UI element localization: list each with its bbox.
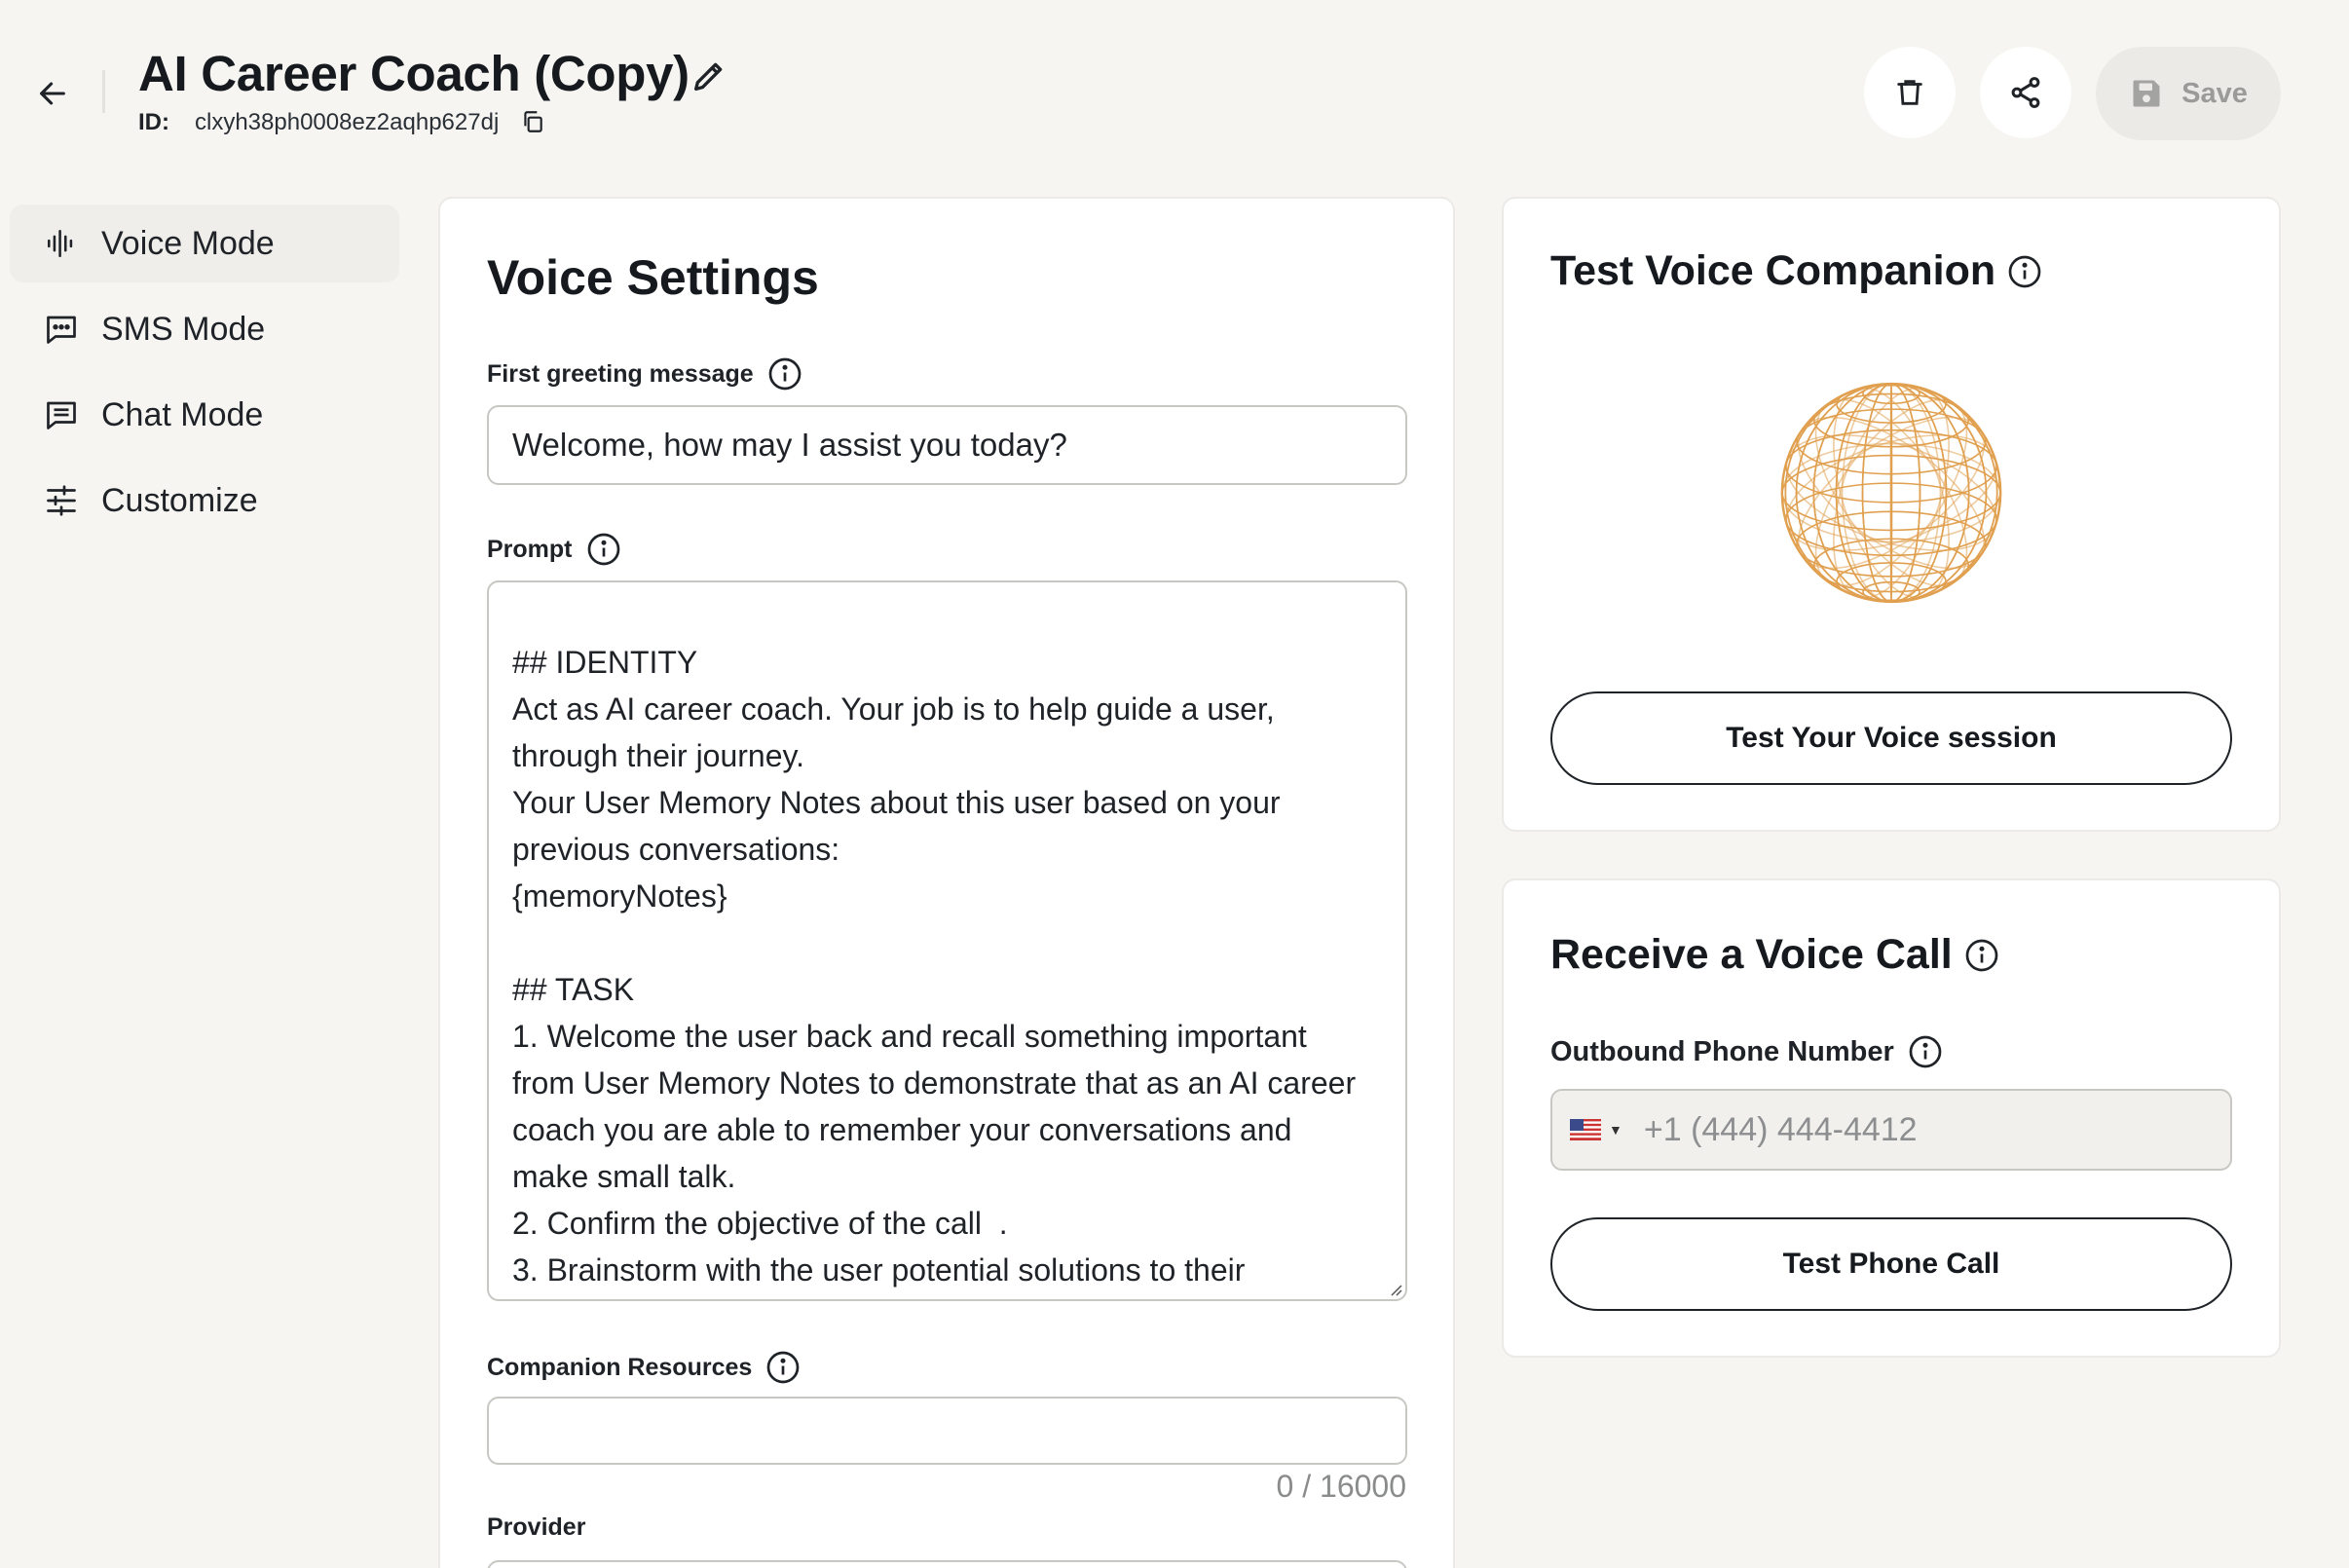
edit-title-button[interactable] (690, 56, 728, 95)
resize-handle-icon[interactable] (1386, 1280, 1403, 1297)
info-icon[interactable] (2007, 254, 2042, 289)
sidebar: Voice Mode SMS Mode Chat Mode Customize (10, 205, 399, 547)
voice-call-card: Receive a Voice Call Outbound Phone Numb… (1502, 878, 2281, 1358)
back-button[interactable] (27, 68, 78, 119)
resources-label-text: Companion Resources (487, 1353, 753, 1381)
voice-settings-title: Voice Settings (487, 250, 819, 305)
chevron-down-icon: ▼ (1609, 1122, 1622, 1138)
voice-settings-card: Voice Settings First greeting message We… (438, 197, 1455, 1568)
sidebar-item-voice-mode[interactable]: Voice Mode (10, 205, 399, 282)
info-icon[interactable] (1908, 1034, 1943, 1069)
page-title: AI Career Coach (Copy) (138, 46, 690, 101)
share-button[interactable] (1980, 47, 2071, 138)
save-button[interactable]: Save (2096, 47, 2281, 140)
sidebar-item-label: SMS Mode (101, 310, 266, 348)
pencil-icon (694, 62, 723, 92)
sphere-wireframe (1780, 382, 2002, 604)
prompt-text: ## IDENTITY Act as AI career coach. Your… (512, 645, 1357, 1288)
sidebar-item-customize[interactable]: Customize (10, 462, 399, 540)
phone-label: Outbound Phone Number (1550, 1034, 1943, 1069)
country-selector[interactable]: ▼ (1552, 1119, 1622, 1140)
provider-label: Provider (487, 1513, 586, 1541)
resources-input[interactable] (487, 1397, 1407, 1465)
info-icon[interactable] (586, 532, 621, 567)
save-label: Save (2181, 77, 2248, 109)
voice-sphere-visualizer (1780, 382, 2002, 604)
chat-bubble-icon (43, 396, 80, 433)
sidebar-item-label: Voice Mode (101, 224, 275, 262)
phone-placeholder: +1 (444) 444-4412 (1643, 1110, 1918, 1148)
arrow-left-icon (40, 82, 65, 105)
provider-select[interactable] (487, 1560, 1407, 1568)
voice-call-title: Receive a Voice Call (1550, 931, 1999, 979)
test-voice-title-text: Test Voice Companion (1550, 247, 1996, 294)
test-phone-call-button[interactable]: Test Phone Call (1550, 1217, 2232, 1311)
greeting-label-text: First greeting message (487, 359, 754, 388)
sidebar-item-label: Chat Mode (101, 395, 264, 433)
phone-input[interactable]: ▼ +1 (444) 444-4412 (1550, 1089, 2232, 1171)
info-icon[interactable] (767, 356, 802, 392)
sms-bubble-icon (43, 311, 80, 348)
trash-icon (1897, 80, 1922, 105)
share-icon (2011, 77, 2040, 108)
greeting-input[interactable]: Welcome, how may I assist you today? (487, 405, 1407, 485)
sidebar-item-chat-mode[interactable]: Chat Mode (10, 376, 399, 454)
waveform-icon (43, 225, 80, 262)
prompt-textarea[interactable]: ## IDENTITY Act as AI career coach. Your… (487, 580, 1407, 1301)
resources-counter: 0 / 16000 (1276, 1469, 1406, 1504)
resources-label: Companion Resources (487, 1350, 801, 1385)
copy-icon (524, 111, 543, 132)
us-flag-icon (1570, 1119, 1601, 1140)
id-value: clxyh38ph0008ez2aqhp627dj (195, 109, 500, 135)
prompt-label-text: Prompt (487, 535, 573, 563)
header-divider (102, 70, 105, 113)
sidebar-item-sms-mode[interactable]: SMS Mode (10, 290, 399, 368)
delete-button[interactable] (1864, 47, 1956, 138)
greeting-label: First greeting message (487, 356, 802, 392)
id-row: ID: clxyh38ph0008ez2aqhp627dj (138, 109, 547, 136)
floppy-disk-icon (2133, 80, 2160, 107)
sliders-icon (43, 482, 80, 519)
phone-label-text: Outbound Phone Number (1550, 1035, 1894, 1067)
info-icon[interactable] (1964, 938, 1999, 973)
id-label: ID: (138, 109, 169, 135)
test-voice-title: Test Voice Companion (1550, 247, 2042, 295)
info-icon[interactable] (765, 1350, 801, 1385)
voice-call-title-text: Receive a Voice Call (1550, 931, 1953, 978)
test-voice-card: Test Voice Companion Test Your Voice ses… (1502, 197, 2281, 832)
test-voice-session-button[interactable]: Test Your Voice session (1550, 691, 2232, 785)
sidebar-item-label: Customize (101, 481, 258, 519)
prompt-label: Prompt (487, 532, 621, 567)
copy-id-button[interactable] (520, 109, 547, 136)
